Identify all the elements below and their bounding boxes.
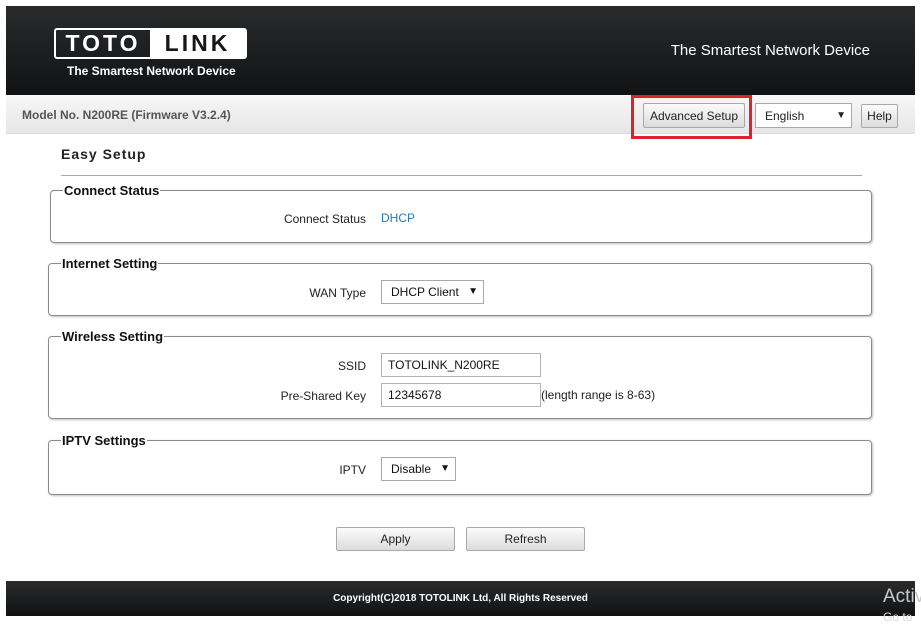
totolink-logo: TOTO LINK	[54, 28, 247, 59]
logo-tagline: The Smartest Network Device	[67, 64, 236, 78]
connect-status-section: Connect Status	[50, 183, 872, 243]
header-slogan: The Smartest Network Device	[670, 42, 870, 59]
model-info: Model No. N200RE (Firmware V3.2.4)	[22, 108, 231, 122]
connect-status-label: Connect Status	[283, 212, 366, 226]
activation-watermark: Activ	[883, 586, 921, 607]
iptv-settings-section: IPTV Settings	[48, 433, 872, 495]
chevron-down-icon: ▼	[836, 109, 846, 121]
wireless-setting-legend: Wireless Setting	[62, 329, 164, 344]
wan-type-select[interactable]: DHCP Client ▼	[381, 280, 484, 304]
wan-type-label: WAN Type	[309, 286, 366, 300]
help-button[interactable]: Help	[861, 104, 898, 128]
chevron-down-icon: ▼	[468, 285, 478, 297]
footer: Copyright(C)2018 TOTOLINK Ltd, All Right…	[6, 581, 915, 616]
ssid-input[interactable]: TOTOLINK_N200RE	[381, 353, 541, 377]
wan-type-value: DHCP Client	[391, 285, 459, 299]
router-admin-page: TOTO LINK The Smartest Network Device Th…	[6, 6, 915, 616]
connect-status-value: DHCP	[381, 211, 416, 225]
internet-setting-legend: Internet Setting	[62, 256, 158, 271]
pre-shared-key-label: Pre-Shared Key	[280, 389, 366, 403]
pre-shared-key-input[interactable]: 12345678	[381, 383, 541, 407]
iptv-label: IPTV	[339, 463, 366, 477]
refresh-button[interactable]: Refresh	[466, 527, 585, 551]
logo-text-left: TOTO	[65, 30, 141, 56]
advanced-setup-highlight	[631, 95, 752, 139]
title-divider	[61, 175, 862, 176]
ssid-label: SSID	[337, 359, 366, 373]
language-select[interactable]: English ▼	[755, 103, 852, 128]
activation-watermark-sub: Go to	[883, 610, 913, 624]
iptv-settings-legend: IPTV Settings	[62, 433, 146, 448]
language-select-value: English	[765, 108, 805, 123]
chevron-down-icon: ▼	[440, 462, 450, 474]
pre-shared-key-hint: (length range is 8-63)	[541, 388, 656, 402]
header: TOTO LINK The Smartest Network Device Th…	[6, 6, 915, 95]
page-title: Easy Setup	[61, 146, 147, 162]
iptv-value: Disable	[391, 462, 432, 476]
copyright-text: Copyright(C)2018 TOTOLINK Ltd, All Right…	[333, 593, 588, 604]
apply-button[interactable]: Apply	[336, 527, 455, 551]
connect-status-legend: Connect Status	[64, 183, 160, 198]
iptv-select[interactable]: Disable ▼	[381, 457, 456, 481]
logo-text-right: LINK	[150, 30, 245, 57]
